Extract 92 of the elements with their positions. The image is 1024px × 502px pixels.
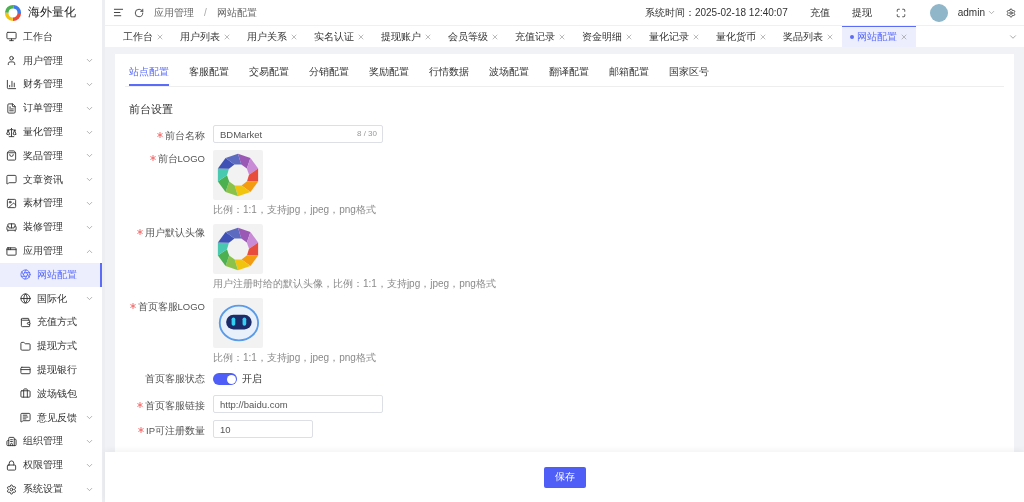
close-icon[interactable] <box>357 33 365 41</box>
breadcrumb-item[interactable]: 网站配置 <box>216 5 257 20</box>
settings-tab[interactable]: 行情数据 <box>429 66 469 86</box>
page-tab[interactable]: 会员等级 <box>440 26 507 47</box>
chevron-down-icon[interactable] <box>85 80 94 89</box>
user-avatar[interactable] <box>929 3 948 22</box>
image-upload[interactable] <box>213 298 263 348</box>
ring-logo-icon <box>4 3 22 22</box>
sidebar-item[interactable]: 权限管理 <box>0 453 102 478</box>
settings-tab[interactable]: 奖励配置 <box>369 66 409 86</box>
sidebar-item[interactable]: 量化管理 <box>0 120 102 144</box>
page-tab[interactable]: 量化货币 <box>708 26 775 47</box>
page-tab[interactable]: 用户关系 <box>239 26 306 47</box>
save-button[interactable]: 保存 <box>543 466 586 488</box>
field-label: 前台名称 <box>165 130 205 143</box>
sidebar-item[interactable]: 装修管理 <box>0 215 102 240</box>
chevron-down-icon[interactable] <box>987 8 996 17</box>
text-field[interactable]: 10 <box>213 420 313 438</box>
sidebar-item[interactable]: 波场钱包 <box>0 381 102 406</box>
settings-tab[interactable]: 分销配置 <box>309 66 349 86</box>
page-tab[interactable]: 网站配置 <box>842 26 916 47</box>
user-name[interactable]: admin <box>957 7 985 18</box>
text-field[interactable]: http://baidu.com <box>213 395 383 413</box>
sidebar-item[interactable]: 网站配置 <box>0 262 102 287</box>
page-tab[interactable]: 量化记录 <box>641 26 708 47</box>
field-label: 首页客服链接 <box>145 400 205 413</box>
sidebar-item[interactable]: 素材管理 <box>0 191 102 216</box>
sidebar-item[interactable]: 充值方式 <box>0 310 102 335</box>
settings-tab[interactable]: 客服配置 <box>189 66 229 86</box>
system-time: 系统时间：2025-02-18 12:40:07 <box>644 5 788 20</box>
character-counter: 8 / 30 <box>357 129 377 138</box>
close-icon[interactable] <box>625 33 633 41</box>
polygon-logo-drawing <box>215 226 261 272</box>
close-icon[interactable] <box>900 33 908 41</box>
page-tab[interactable]: 工作台 <box>115 26 172 47</box>
close-icon[interactable] <box>156 33 164 41</box>
hint-text: 比例：1:1，支持jpg，jpeg，png格式 <box>213 351 376 365</box>
sidebar-item[interactable]: 系统设置 <box>0 477 102 501</box>
close-icon[interactable] <box>826 33 834 41</box>
settings-tab[interactable]: 国家区号 <box>669 66 709 86</box>
field-label: 首页客服状态 <box>145 373 205 386</box>
page-tab[interactable]: 资金明细 <box>574 26 641 47</box>
switch-label: 开启 <box>242 372 262 386</box>
active-dot-icon <box>850 35 854 39</box>
page-tab[interactable]: 充值记录 <box>507 26 574 47</box>
fullscreen-icon[interactable] <box>895 7 906 18</box>
sidebar-item[interactable]: 提现银行 <box>0 358 102 382</box>
page-tab[interactable]: 实名认证 <box>306 26 373 47</box>
hint-text: 比例：1:1，支持jpg，jpeg，png格式 <box>213 203 376 217</box>
field-label: 前台LOGO <box>157 153 205 166</box>
page-tab[interactable]: 奖品列表 <box>775 26 842 47</box>
sidebar-item[interactable]: 国际化 <box>0 286 102 311</box>
close-icon[interactable] <box>558 33 566 41</box>
close-icon[interactable] <box>424 33 432 41</box>
field-label: IP可注册数量 <box>146 425 205 438</box>
image-upload[interactable] <box>213 224 263 274</box>
header-link[interactable]: 提现 <box>851 5 872 20</box>
polygon-logo-drawing <box>215 152 261 198</box>
toggle-switch[interactable] <box>213 373 237 385</box>
header-link[interactable]: 充值 <box>809 5 830 20</box>
image-upload[interactable] <box>213 150 263 200</box>
breadcrumb-item[interactable]: 应用管理 <box>154 5 194 20</box>
page-tab[interactable]: 用户列表 <box>172 26 239 47</box>
breadcrumb-separator: / <box>204 7 207 18</box>
settings-tab[interactable]: 邮箱配置 <box>609 66 649 86</box>
close-icon[interactable] <box>223 33 231 41</box>
hint-text: 用户注册时给的默认头像，比例：1:1，支持jpg，jpeg，png格式 <box>213 277 496 291</box>
close-icon[interactable] <box>759 33 767 41</box>
settings-tab[interactable]: 交易配置 <box>249 66 289 86</box>
sidebar-item[interactable]: 工作台 <box>0 25 102 49</box>
close-icon[interactable] <box>290 33 298 41</box>
section-title: 前台设置 <box>129 103 174 117</box>
sidebar-item[interactable]: 订单管理 <box>0 96 102 121</box>
settings-tab[interactable]: 波场配置 <box>489 66 529 86</box>
settings-tab[interactable]: 站点配置 <box>129 66 169 86</box>
page-tab[interactable]: 提现账户 <box>373 26 440 47</box>
brand-name: 海外量化 <box>28 4 76 21</box>
sidebar-item[interactable]: 组织管理 <box>0 429 102 454</box>
settings-icon[interactable] <box>1006 7 1016 18</box>
sidebar-item[interactable]: 奖品管理 <box>0 144 102 168</box>
sidebar-item[interactable]: 用户管理 <box>0 48 102 73</box>
sidebar-item[interactable]: 意见反馈 <box>0 405 102 430</box>
close-icon[interactable] <box>692 33 700 41</box>
field-label: 首页客服LOGO <box>137 301 205 314</box>
sidebar-item[interactable]: 提现方式 <box>0 334 102 359</box>
sidebar-item[interactable]: 应用管理 <box>0 239 102 263</box>
close-icon[interactable] <box>491 33 499 41</box>
field-label: 用户默认头像 <box>145 227 205 240</box>
sidebar-item[interactable]: 财务管理 <box>0 72 102 97</box>
refresh-icon[interactable] <box>134 7 144 18</box>
settings-tab[interactable]: 翻译配置 <box>549 66 589 86</box>
sidebar-item[interactable]: 文章资讯 <box>0 167 102 192</box>
